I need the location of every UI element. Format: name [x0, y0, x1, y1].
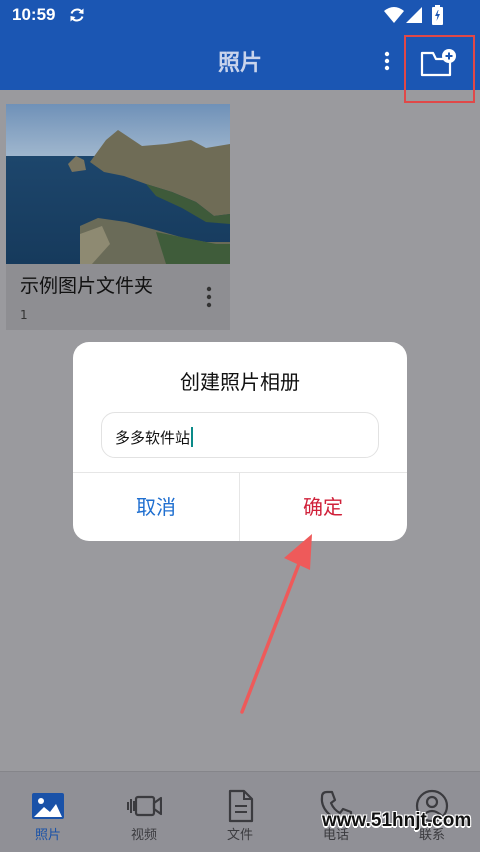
annotation-arrow — [240, 534, 312, 714]
battery-charging-icon — [432, 5, 443, 25]
status-time: 10:59 — [12, 5, 56, 24]
folder-add-icon — [420, 49, 456, 77]
nav-label-photos: 照片 — [34, 828, 61, 843]
album-thumbnail — [6, 104, 230, 264]
nav-label-files: 文件 — [226, 828, 253, 843]
album-item-count: 1 — [20, 308, 28, 322]
nav-label-videos: 视频 — [130, 828, 157, 843]
nav-item-files[interactable]: 文件 — [192, 772, 288, 852]
album-name-input-value: 多多软件站 — [115, 429, 191, 447]
file-icon — [228, 789, 254, 823]
create-album-dialog: 创建照片相册 多多软件站 取消 确定 — [73, 342, 407, 541]
photo-icon — [32, 793, 64, 819]
app-bar: 照片 — [0, 32, 480, 103]
sync-icon — [70, 8, 84, 22]
cellular-signal-icon — [406, 7, 422, 23]
album-card[interactable]: 示例图片文件夹 1 — [6, 104, 230, 330]
album-name: 示例图片文件夹 — [20, 275, 154, 297]
nav-item-photos[interactable]: 照片 — [0, 772, 96, 852]
more-options-icon[interactable] — [378, 48, 396, 74]
wifi-icon — [384, 7, 404, 23]
watermark-text: www.51hnjt.com — [322, 810, 472, 831]
status-bar: 10:59 — [0, 0, 480, 32]
album-name-input[interactable]: 多多软件站 — [101, 412, 379, 458]
text-caret — [191, 427, 194, 447]
cancel-button[interactable]: 取消 — [73, 473, 239, 541]
nav-item-videos[interactable]: 视频 — [96, 772, 192, 852]
video-icon — [127, 795, 162, 817]
dialog-title: 创建照片相册 — [180, 370, 300, 394]
create-album-button[interactable] — [404, 35, 475, 103]
album-more-options-icon[interactable] — [202, 284, 216, 310]
